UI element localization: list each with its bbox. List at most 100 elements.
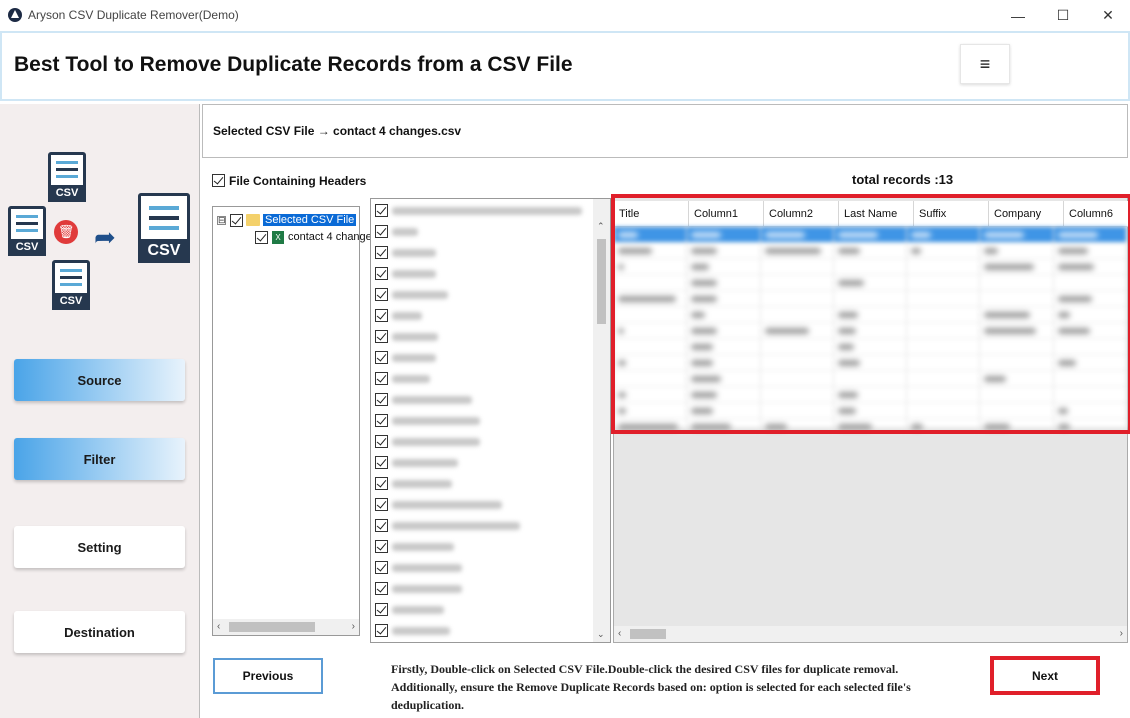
tree-root-label[interactable]: Selected CSV File	[263, 214, 357, 226]
column-checkbox[interactable]	[375, 519, 388, 532]
column-label-blurred	[392, 395, 472, 404]
scroll-down-icon[interactable]: ⌄	[597, 629, 605, 640]
tree-node-root[interactable]: ⊟ Selected CSV File	[217, 212, 357, 228]
column-checkbox[interactable]	[375, 603, 388, 616]
instructions-text: Firstly, Double-click on Selected CSV Fi…	[391, 662, 911, 712]
column-item[interactable]	[375, 389, 472, 410]
scrollbar-thumb[interactable]	[229, 622, 315, 632]
column-checkbox[interactable]	[375, 540, 388, 553]
hamburger-menu-button[interactable]: ≡	[960, 44, 1010, 84]
excel-file-icon: X	[272, 230, 284, 244]
column-label-blurred	[392, 605, 444, 614]
sidebar-item-source[interactable]: Source	[14, 359, 185, 401]
delete-icon: 🗑	[54, 220, 78, 244]
column-checkbox[interactable]	[375, 351, 388, 364]
sidebar-item-destination[interactable]: Destination	[14, 611, 185, 653]
column-checkbox[interactable]	[375, 330, 388, 343]
column-label-blurred	[392, 227, 418, 236]
close-button[interactable]: ✕	[1085, 0, 1130, 31]
column-checkbox[interactable]	[375, 561, 388, 574]
dedupe-illustration: CSV CSV CSV 🗑 ➦ CSV	[6, 148, 196, 318]
selected-file-path: Selected CSV File → contact 4 changes.cs…	[213, 124, 462, 138]
column-checkbox[interactable]	[375, 225, 388, 238]
column-item[interactable]	[375, 263, 436, 284]
column-item[interactable]	[375, 620, 450, 641]
minimize-button[interactable]: —	[995, 0, 1041, 31]
column-item[interactable]	[375, 410, 480, 431]
scroll-right-icon[interactable]: ›	[1120, 628, 1123, 639]
column-label-blurred	[392, 563, 462, 572]
tree-root-checkbox[interactable]	[230, 213, 243, 227]
column-checkbox[interactable]	[375, 267, 388, 280]
column-checkbox[interactable]	[375, 456, 388, 469]
column-list-scrollbar[interactable]: ⌃ ⌄	[593, 199, 610, 642]
column-label-blurred	[392, 206, 582, 215]
column-checkbox[interactable]	[375, 309, 388, 322]
column-item[interactable]	[375, 305, 422, 326]
column-item[interactable]	[375, 431, 480, 452]
sidebar: CSV CSV CSV 🗑 ➦ CSV Source Filter Settin…	[0, 104, 200, 718]
column-item[interactable]	[375, 578, 462, 599]
column-label-blurred	[392, 458, 458, 467]
csv-file-icon: CSV	[52, 260, 90, 310]
column-item[interactable]	[375, 368, 430, 389]
sidebar-item-setting[interactable]: Setting	[14, 526, 185, 568]
next-button[interactable]: Next	[990, 656, 1100, 695]
scrollbar-thumb[interactable]	[597, 239, 606, 324]
selected-file-bar: Selected CSV File → contact 4 changes.cs…	[202, 104, 1128, 158]
column-label-blurred	[392, 584, 462, 593]
column-label-blurred	[392, 437, 480, 446]
tree-horizontal-scrollbar[interactable]: ‹ ›	[213, 619, 359, 635]
column-label-blurred	[392, 269, 436, 278]
headers-checkbox[interactable]	[212, 173, 225, 187]
column-checkbox[interactable]	[375, 288, 388, 301]
column-item[interactable]	[375, 284, 448, 305]
grid-horizontal-scrollbar[interactable]: ‹ ›	[614, 626, 1127, 642]
column-label-blurred	[392, 479, 452, 488]
column-checkbox[interactable]	[375, 582, 388, 595]
column-checkbox[interactable]	[375, 498, 388, 511]
column-checklist: ⌃ ⌄	[370, 198, 611, 643]
app-window: Aryson CSV Duplicate Remover(Demo) — ☐ ✕…	[0, 0, 1130, 718]
column-item[interactable]	[375, 221, 418, 242]
column-checkbox[interactable]	[375, 624, 388, 637]
column-item[interactable]	[375, 452, 458, 473]
scroll-up-icon[interactable]: ⌃	[597, 221, 605, 232]
scroll-left-icon[interactable]: ‹	[217, 621, 220, 632]
column-checkbox[interactable]	[375, 414, 388, 427]
column-checkbox[interactable]	[375, 246, 388, 259]
column-checkbox[interactable]	[375, 393, 388, 406]
scrollbar-thumb[interactable]	[630, 629, 666, 639]
column-item[interactable]	[375, 557, 462, 578]
column-label-blurred	[392, 416, 480, 425]
column-item[interactable]	[375, 599, 444, 620]
column-label-blurred	[392, 500, 502, 509]
scroll-left-icon[interactable]: ‹	[618, 628, 621, 639]
csv-file-icon: CSV	[8, 206, 46, 256]
column-checkbox[interactable]	[375, 372, 388, 385]
column-item[interactable]	[375, 326, 438, 347]
headers-option[interactable]: File Containing Headers	[212, 173, 366, 188]
sidebar-item-filter[interactable]: Filter	[14, 438, 185, 480]
column-item[interactable]	[375, 200, 582, 221]
tree-file-checkbox[interactable]	[255, 230, 268, 244]
maximize-button[interactable]: ☐	[1040, 0, 1086, 31]
column-label-blurred	[392, 248, 436, 257]
scroll-right-icon[interactable]: ›	[352, 621, 355, 632]
csv-file-icon: CSV	[48, 152, 86, 202]
column-item[interactable]	[375, 494, 502, 515]
collapse-icon[interactable]: ⊟	[217, 215, 226, 225]
previous-button[interactable]: Previous	[213, 658, 323, 694]
column-item[interactable]	[375, 536, 454, 557]
column-checkbox[interactable]	[375, 204, 388, 217]
bottom-bar: Previous Firstly, Double-click on Select…	[202, 645, 1128, 718]
column-checkbox[interactable]	[375, 435, 388, 448]
column-item[interactable]	[375, 515, 520, 536]
column-item[interactable]	[375, 473, 452, 494]
column-label-blurred	[392, 311, 422, 320]
csv-file-icon: CSV	[138, 193, 190, 263]
column-item[interactable]	[375, 347, 436, 368]
column-checkbox[interactable]	[375, 477, 388, 490]
column-item[interactable]	[375, 242, 436, 263]
file-tree: ⊟ Selected CSV File X contact 4 changes.…	[212, 206, 397, 636]
